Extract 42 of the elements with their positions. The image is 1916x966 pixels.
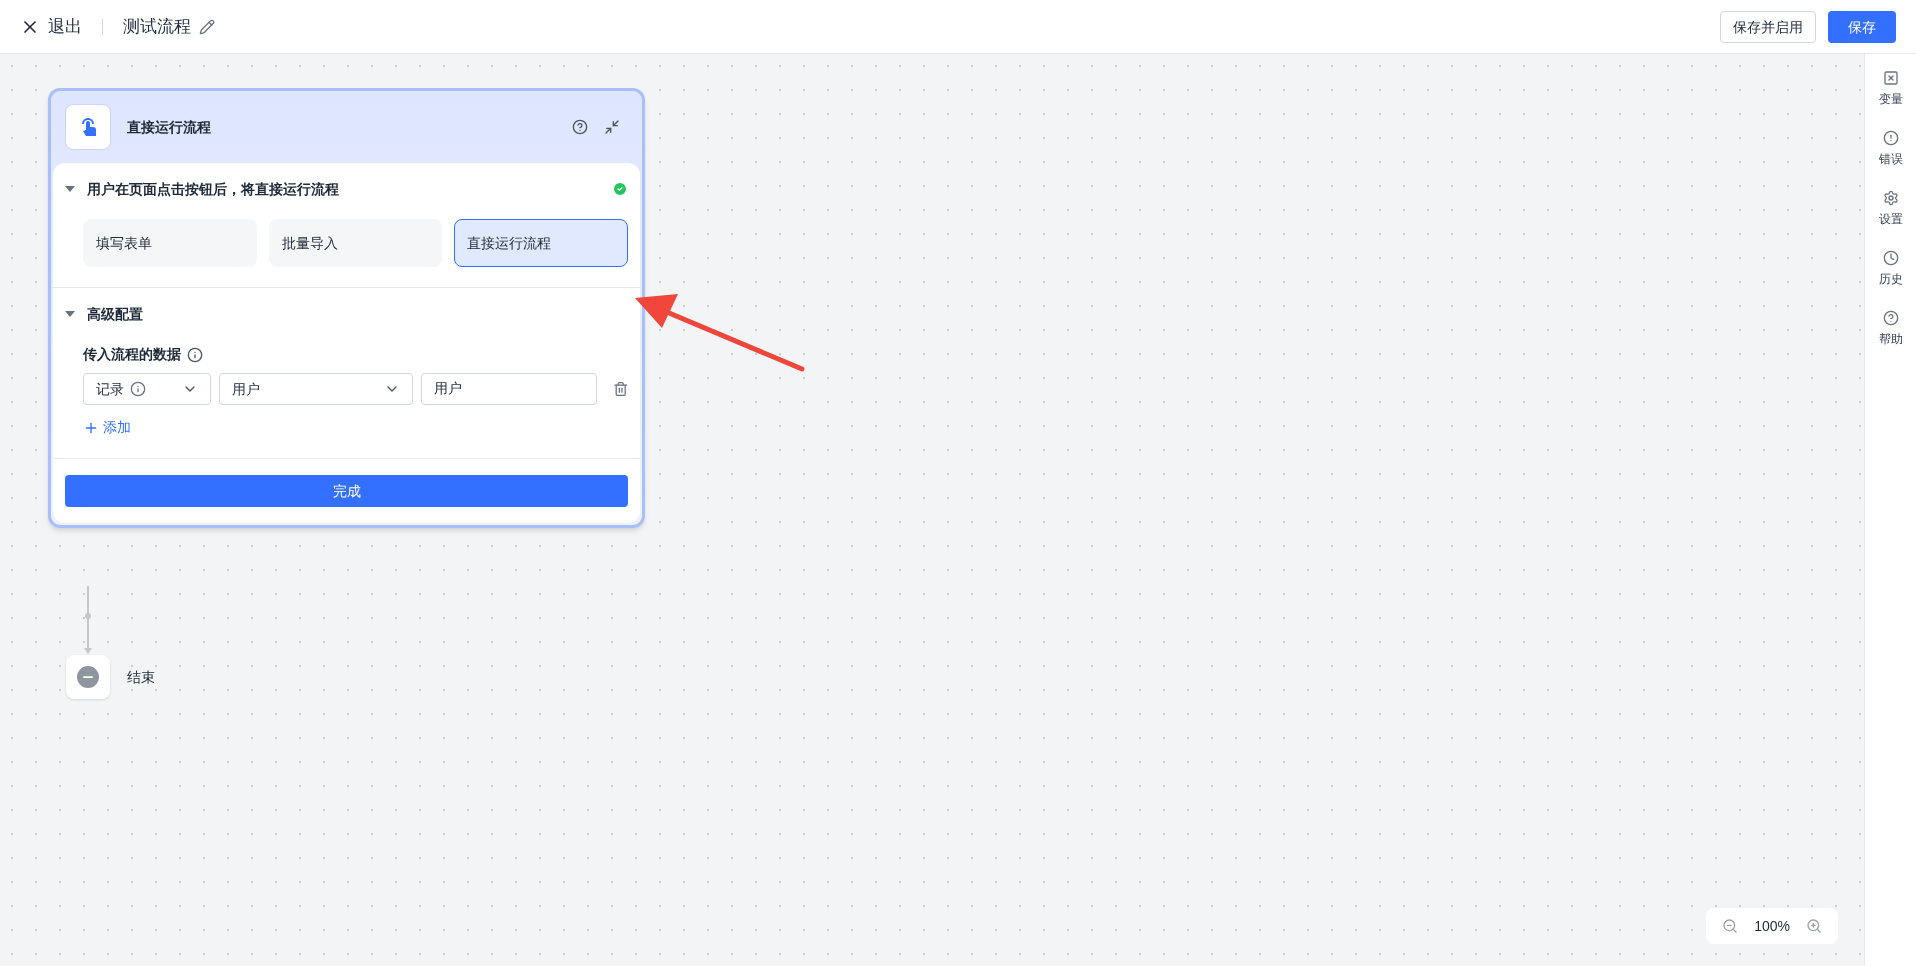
end-node-label: 结束 — [127, 668, 155, 687]
node-title: 直接运行流程 — [127, 117, 211, 137]
trigger-option[interactable]: 填写表单 — [83, 219, 257, 267]
triangle-icon[interactable] — [65, 186, 75, 192]
panel-tab[interactable]: 历史 — [1878, 250, 1903, 288]
settings-icon — [1882, 190, 1899, 206]
zoom-out-icon[interactable] — [1722, 918, 1739, 934]
section-title: 用户在页面点击按钮后，将直接运行流程 — [87, 179, 339, 199]
trigger-option[interactable]: 直接运行流程 — [454, 219, 628, 267]
flow-title: 测试流程 — [123, 15, 191, 38]
panel-tab[interactable]: 设置 — [1878, 190, 1903, 228]
edit-icon[interactable] — [199, 18, 215, 35]
warning-icon — [1882, 130, 1899, 146]
done-button[interactable]: 完成 — [65, 475, 628, 507]
zoom-in-icon[interactable] — [1806, 918, 1822, 934]
panel-tab[interactable]: 帮助 — [1878, 310, 1903, 348]
help-icon[interactable] — [572, 119, 588, 135]
info-icon — [187, 346, 203, 363]
zoom-level: 100% — [1754, 916, 1790, 936]
panel-tab[interactable]: 错误 — [1878, 130, 1903, 168]
variable-icon — [1882, 70, 1899, 86]
trigger-option[interactable]: 批量导入 — [268, 219, 443, 267]
add-link[interactable]: 添加 — [83, 417, 131, 438]
info-icon — [130, 381, 146, 397]
delete-icon[interactable] — [612, 381, 628, 397]
panel-tab[interactable]: 变量 — [1878, 70, 1903, 108]
field-label: 传入流程的数据 — [83, 345, 181, 364]
connector-line — [83, 586, 93, 656]
type-select[interactable]: 记录 — [83, 373, 212, 405]
source-select[interactable]: 用户 — [219, 373, 413, 405]
help-icon — [1882, 310, 1899, 326]
select-value: 用户 — [232, 379, 261, 399]
exit-button[interactable]: 退出 — [20, 13, 82, 40]
end-node-tile[interactable] — [66, 655, 110, 699]
clock-icon — [1882, 250, 1899, 266]
save-and-enable-button[interactable]: 保存并启用 — [1720, 10, 1816, 43]
collapse-icon[interactable] — [604, 119, 620, 135]
save-button[interactable]: 保存 — [1828, 10, 1896, 43]
value-input[interactable]: 用户 — [420, 373, 597, 405]
select-value: 记录 — [96, 379, 124, 399]
triangle-icon[interactable] — [65, 311, 75, 317]
section-title: 高级配置 — [87, 304, 143, 324]
